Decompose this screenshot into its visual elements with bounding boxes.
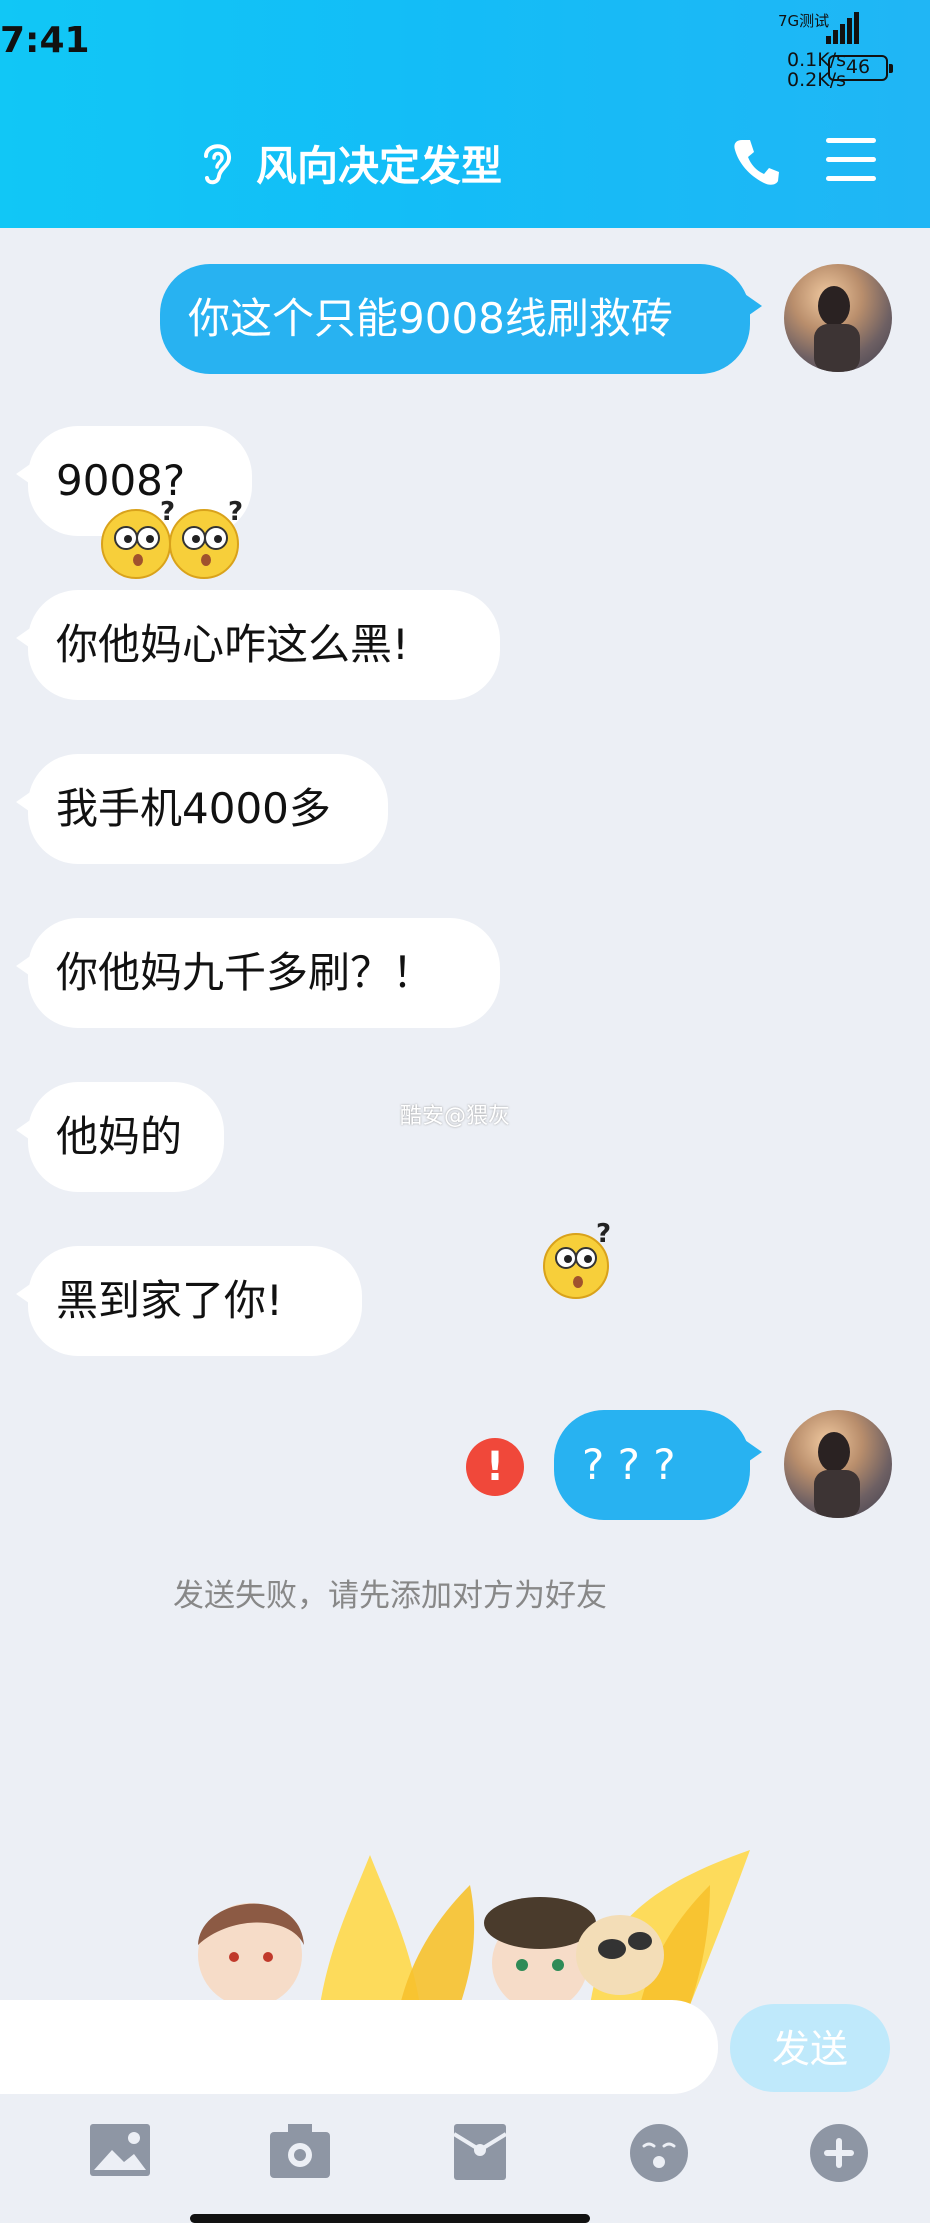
message-input[interactable] (0, 2000, 718, 2094)
message-bubble-outgoing[interactable]: ? ? ? (554, 1410, 762, 1520)
chat-title: 风向决定发型 (256, 142, 502, 190)
home-indicator[interactable] (190, 2214, 590, 2223)
bubble-tail (742, 292, 762, 320)
message-text: ? ? ? (582, 1440, 676, 1489)
message-text: 他妈的 (56, 1112, 183, 1161)
battery-indicator: 46 (828, 55, 893, 81)
plus-icon[interactable] (810, 2124, 868, 2182)
bubble-tail (16, 952, 36, 980)
svg-text:?: ? (596, 1219, 611, 1249)
emoji-icon[interactable] (630, 2124, 688, 2182)
message-bubble-incoming[interactable]: 你他妈九千多刷？！ (16, 918, 500, 1028)
status-time: 7:41 (0, 20, 90, 61)
bubble-tail (16, 1280, 36, 1308)
message-text: 你他妈九千多刷？！ (56, 948, 435, 997)
bubble-tail (16, 624, 36, 652)
my-avatar[interactable] (784, 264, 892, 372)
message-text: 黑到家了你! (56, 1276, 283, 1325)
avatar-figure (814, 286, 860, 372)
message-bubble-outgoing[interactable]: 你这个只能9008线刷救砖 (160, 264, 762, 374)
network-label: 7G测试 (778, 12, 830, 30)
bubble-tail (16, 1116, 36, 1144)
bubble-tail (742, 1438, 762, 1466)
bubble-tail (16, 460, 36, 488)
phone-icon[interactable] (732, 136, 780, 186)
confused-face-icon: ? ? (101, 498, 243, 579)
message-text: 你他妈心咋这么黑! (56, 620, 409, 669)
svg-text:?: ? (228, 498, 243, 527)
confused-face-icon: ? (543, 1219, 611, 1299)
ear-icon[interactable] (198, 138, 236, 186)
my-avatar[interactable] (784, 1410, 892, 1518)
svg-text:?: ? (160, 498, 175, 527)
message-bubble-incoming[interactable]: 我手机4000多 (16, 754, 388, 864)
image-icon[interactable] (90, 2124, 150, 2176)
send-button[interactable]: 发送 (730, 2004, 890, 2092)
menu-icon[interactable] (826, 138, 876, 182)
message-bubble-incoming[interactable]: 他妈的 (16, 1082, 224, 1192)
red-packet-icon[interactable] (454, 2124, 506, 2180)
system-notice: 发送失败，请先添加对方为好友 (173, 1578, 607, 1614)
chat-header (0, 0, 930, 228)
watermark: 酷安@猥灰 (400, 1104, 511, 1129)
message-bubble-incoming[interactable]: 你他妈心咋这么黑! (16, 590, 500, 700)
decorative-banner (198, 1850, 750, 2005)
signal-icon (826, 12, 859, 44)
send-failed-icon[interactable]: ! (466, 1438, 524, 1496)
bubble-tail (16, 788, 36, 816)
message-bubble-incoming[interactable]: 黑到家了你! (16, 1246, 362, 1356)
avatar-figure (814, 1432, 860, 1518)
camera-icon[interactable] (270, 2124, 330, 2178)
message-text: 我手机4000多 (56, 784, 331, 833)
message-text: 你这个只能9008线刷救砖 (188, 294, 673, 343)
